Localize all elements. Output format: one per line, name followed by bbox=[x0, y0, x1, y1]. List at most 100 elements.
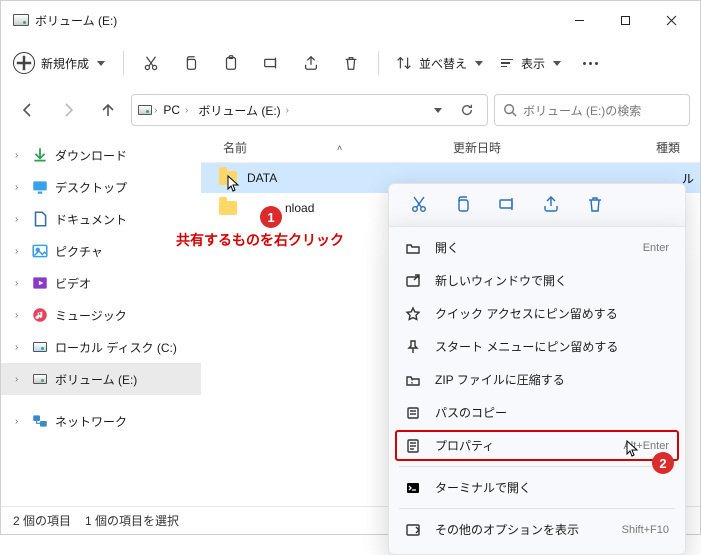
sidebar-item-volume-e[interactable]: ›ボリューム (E:) bbox=[1, 363, 201, 395]
separator bbox=[399, 508, 675, 509]
column-headers: 名前˄ 更新日時 種類 bbox=[201, 133, 700, 163]
sidebar-item-desktop[interactable]: ›デスクトップ bbox=[1, 171, 201, 203]
sidebar-item-local-c[interactable]: ›ローカル ディスク (C:) bbox=[1, 331, 201, 363]
titlebar: ボリューム (E:) bbox=[1, 1, 700, 39]
file-name: DATA bbox=[247, 171, 277, 185]
rename-button[interactable] bbox=[252, 46, 290, 80]
drive-icon bbox=[31, 370, 49, 388]
sidebar-item-downloads[interactable]: ›ダウンロード bbox=[1, 139, 201, 171]
ctx-open-new-window[interactable]: 新しいウィンドウで開く bbox=[389, 264, 685, 297]
sort-icon bbox=[395, 54, 413, 72]
view-label: 表示 bbox=[521, 55, 545, 72]
chevron-right-icon: › bbox=[154, 105, 157, 116]
maximize-button[interactable] bbox=[602, 1, 648, 39]
back-button[interactable] bbox=[11, 93, 45, 127]
file-name-partial: nload bbox=[285, 201, 314, 215]
pin-icon bbox=[405, 339, 421, 355]
divider bbox=[378, 51, 379, 75]
column-type[interactable]: 種類 bbox=[656, 139, 680, 156]
more-options-icon bbox=[405, 522, 421, 538]
close-button[interactable] bbox=[648, 1, 694, 39]
context-mini-toolbar bbox=[388, 183, 686, 227]
refresh-button[interactable] bbox=[453, 96, 481, 124]
sidebar-item-network[interactable]: ›ネットワーク bbox=[1, 405, 201, 437]
drive-icon bbox=[31, 338, 49, 356]
breadcrumb-volume[interactable]: ボリューム (E:)› bbox=[194, 95, 293, 125]
navigation-row: › PC› ボリューム (E:)› ボリューム (E:)の検索 bbox=[1, 87, 700, 133]
copy-button[interactable] bbox=[172, 46, 210, 80]
sidebar-item-pictures[interactable]: ›ピクチャ bbox=[1, 235, 201, 267]
zip-icon bbox=[405, 372, 421, 388]
column-name[interactable]: 名前˄ bbox=[223, 139, 443, 156]
annotation-hint: 共有するものを右クリック bbox=[176, 230, 344, 250]
download-icon bbox=[31, 146, 49, 164]
ctx-pin-quick-access[interactable]: クイック アクセスにピン留めする bbox=[389, 297, 685, 330]
chevron-down-icon bbox=[553, 61, 561, 66]
properties-icon bbox=[405, 438, 421, 454]
separator bbox=[399, 466, 675, 467]
breadcrumb-pc[interactable]: PC› bbox=[159, 95, 192, 125]
new-label: 新規作成 bbox=[41, 55, 89, 72]
plus-circle-icon bbox=[13, 52, 35, 74]
addr-dropdown[interactable] bbox=[423, 96, 451, 124]
ctx-pin-start[interactable]: スタート メニューにピン留めする bbox=[389, 330, 685, 363]
view-button[interactable]: 表示 bbox=[493, 46, 569, 80]
cut-button[interactable] bbox=[409, 194, 429, 217]
share-button[interactable] bbox=[292, 46, 330, 80]
network-icon bbox=[31, 412, 49, 430]
cut-button[interactable] bbox=[132, 46, 170, 80]
status-selected: 1 個の項目を選択 bbox=[85, 512, 179, 529]
list-icon bbox=[501, 59, 513, 68]
ctx-open-terminal[interactable]: ターミナルで開く bbox=[389, 471, 685, 504]
desktop-icon bbox=[31, 178, 49, 196]
ctx-copy-path[interactable]: パスのコピー bbox=[389, 396, 685, 429]
video-icon bbox=[31, 274, 49, 292]
chevron-down-icon bbox=[97, 61, 105, 66]
sort-button[interactable]: 並べ替え bbox=[387, 46, 491, 80]
status-count: 2 個の項目 bbox=[13, 512, 71, 529]
music-icon bbox=[31, 306, 49, 324]
up-button[interactable] bbox=[91, 93, 125, 127]
forward-button[interactable] bbox=[51, 93, 85, 127]
paste-button[interactable] bbox=[212, 46, 250, 80]
new-button[interactable]: 新規作成 bbox=[9, 46, 115, 80]
search-icon bbox=[503, 103, 517, 117]
drive-icon bbox=[138, 105, 152, 115]
more-button[interactable] bbox=[571, 46, 609, 80]
document-icon bbox=[31, 210, 49, 228]
sidebar-item-videos[interactable]: ›ビデオ bbox=[1, 267, 201, 299]
context-menu: 開く Enter 新しいウィンドウで開く クイック アクセスにピン留めする スタ… bbox=[388, 226, 686, 555]
new-window-icon bbox=[405, 273, 421, 289]
share-button[interactable] bbox=[541, 194, 561, 217]
ctx-open[interactable]: 開く Enter bbox=[389, 231, 685, 264]
picture-icon bbox=[31, 242, 49, 260]
copy-button[interactable] bbox=[453, 194, 473, 217]
minimize-button[interactable] bbox=[556, 1, 602, 39]
delete-button[interactable] bbox=[585, 194, 605, 217]
search-input[interactable]: ボリューム (E:)の検索 bbox=[494, 94, 690, 126]
ctx-more-options[interactable]: その他のオプションを表示 Shift+F10 bbox=[389, 513, 685, 546]
delete-button[interactable] bbox=[332, 46, 370, 80]
navigation-pane: ›ダウンロード ›デスクトップ ›ドキュメント ›ピクチャ ›ビデオ ›ミュージ… bbox=[1, 133, 201, 506]
ctx-compress-zip[interactable]: ZIP ファイルに圧縮する bbox=[389, 363, 685, 396]
chevron-down-icon bbox=[475, 61, 483, 66]
mouse-cursor-icon bbox=[626, 440, 640, 458]
open-icon bbox=[405, 240, 421, 256]
sort-asc-icon: ˄ bbox=[337, 143, 342, 153]
annotation-badge-2: 2 bbox=[652, 452, 674, 474]
sidebar-item-music[interactable]: ›ミュージック bbox=[1, 299, 201, 331]
rename-button[interactable] bbox=[497, 194, 517, 217]
copy-path-icon bbox=[405, 405, 421, 421]
divider bbox=[123, 51, 124, 75]
window-title: ボリューム (E:) bbox=[35, 12, 117, 29]
mouse-cursor-icon bbox=[227, 175, 241, 193]
ctx-properties[interactable]: プロパティ Alt+Enter bbox=[389, 429, 685, 462]
folder-icon bbox=[219, 201, 237, 215]
search-placeholder: ボリューム (E:)の検索 bbox=[523, 102, 641, 119]
more-icon bbox=[583, 62, 598, 65]
address-bar[interactable]: › PC› ボリューム (E:)› bbox=[131, 94, 488, 126]
sidebar-item-documents[interactable]: ›ドキュメント bbox=[1, 203, 201, 235]
column-date[interactable]: 更新日時 bbox=[453, 139, 603, 156]
star-icon bbox=[405, 306, 421, 322]
annotation-badge-1: 1 bbox=[260, 206, 282, 228]
